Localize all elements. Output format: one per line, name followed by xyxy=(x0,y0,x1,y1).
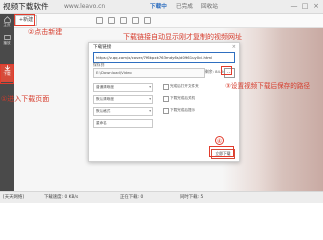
site-url: www.leavo.cn xyxy=(64,3,106,10)
save-path-field[interactable]: E:\Download\Video xyxy=(93,68,205,78)
play-icon[interactable] xyxy=(96,17,103,24)
status-concurrent: 同时下载: 5 xyxy=(180,195,204,200)
tab-downloading[interactable]: 下载中 xyxy=(150,2,167,12)
chevron-down-icon: ▾ xyxy=(149,97,151,101)
select-value: 普通清晰度 xyxy=(96,85,114,89)
url-field[interactable]: https://v.qq.com/x/cover/7f6kpxk763mdy6s… xyxy=(93,52,235,63)
sidebar-item-label: 播放 xyxy=(3,41,11,45)
app-title: 视频下载软件 xyxy=(3,2,49,11)
status-network[interactable]: [天天网络] xyxy=(3,193,24,202)
annotation-save-path: ③设置视频下载后保存的路径 xyxy=(225,82,311,90)
minimize-button[interactable]: — xyxy=(290,2,298,10)
highlight-download-page xyxy=(0,64,14,84)
maximize-button[interactable]: □ xyxy=(301,2,309,10)
title-bar: 视频下载软件 www.leavo.cn 下载中 已完成 回收站 — □ × xyxy=(0,0,323,14)
status-downloading: 正在下载: 0 xyxy=(120,195,144,200)
quality-select[interactable]: 普通清晰度 ▾ xyxy=(93,83,153,92)
url-value: https://v.qq.com/x/cover/7f6kpxk763mdy6s… xyxy=(96,55,213,60)
chevron-down-icon: ▾ xyxy=(149,109,151,113)
close-icon[interactable]: × xyxy=(232,44,236,50)
shutdown-checkbox[interactable] xyxy=(163,96,169,102)
folder-icon[interactable] xyxy=(132,17,139,24)
status-speed: 下载速度: 0 KB/s xyxy=(44,195,79,200)
annotation-click-new: ②点击新建 xyxy=(28,28,63,36)
tab-completed[interactable]: 已完成 xyxy=(176,2,193,12)
rename-field[interactable]: 重命名 xyxy=(93,119,153,128)
sidebar-item-play[interactable]: 播放 xyxy=(1,34,13,48)
select-value: 默认清晰度 xyxy=(96,97,114,101)
home-icon xyxy=(3,16,11,23)
settings-icon[interactable] xyxy=(144,17,151,24)
chevron-down-icon: ▾ xyxy=(149,85,151,89)
sidebar-item-home[interactable]: 主页 xyxy=(1,16,13,30)
select-value: 默认格式 xyxy=(96,109,111,113)
dialog-title: 下载链接 xyxy=(93,45,112,50)
open-folder-checkbox[interactable] xyxy=(163,84,169,90)
sidebar-item-label: 主页 xyxy=(3,23,11,27)
delete-icon[interactable] xyxy=(120,17,127,24)
play-icon xyxy=(3,35,11,40)
annotation-enter-download-page: ①进入下载页面 xyxy=(1,95,50,103)
checkbox-label: 下载完成后提示 xyxy=(170,108,196,112)
status-bar: [天天网络] 下载速度: 0 KB/s 正在下载: 0 同时下载: 5 xyxy=(0,191,323,203)
highlight-browse-button xyxy=(221,66,232,75)
highlight-new-button xyxy=(14,14,35,26)
notify-checkbox[interactable] xyxy=(163,108,169,114)
tab-recycle-bin[interactable]: 回收站 xyxy=(201,2,218,12)
definition-select[interactable]: 默认清晰度 ▾ xyxy=(93,95,153,104)
close-button[interactable]: × xyxy=(312,2,320,10)
checkbox-label: 下载完成后关机 xyxy=(170,96,196,100)
sidebar: 主页 播放 下载 xyxy=(0,14,14,202)
toolbar: +新建 xyxy=(14,14,323,28)
highlight-start-button xyxy=(209,146,234,157)
pause-icon[interactable] xyxy=(108,17,115,24)
select-value: 重命名 xyxy=(96,121,107,125)
format-select[interactable]: 默认格式 ▾ xyxy=(93,107,153,116)
annotation-url-auto: 下载链接自动显示刚才复制的视频网址 xyxy=(123,33,242,41)
save-path-value: E:\Download\Video xyxy=(96,70,132,75)
app-window: 视频下载软件 www.leavo.cn 下载中 已完成 回收站 — □ × 主页… xyxy=(0,0,323,203)
checkbox-label: 完成后打开文件夹 xyxy=(170,84,199,88)
step-4-marker: ④ xyxy=(215,136,224,145)
